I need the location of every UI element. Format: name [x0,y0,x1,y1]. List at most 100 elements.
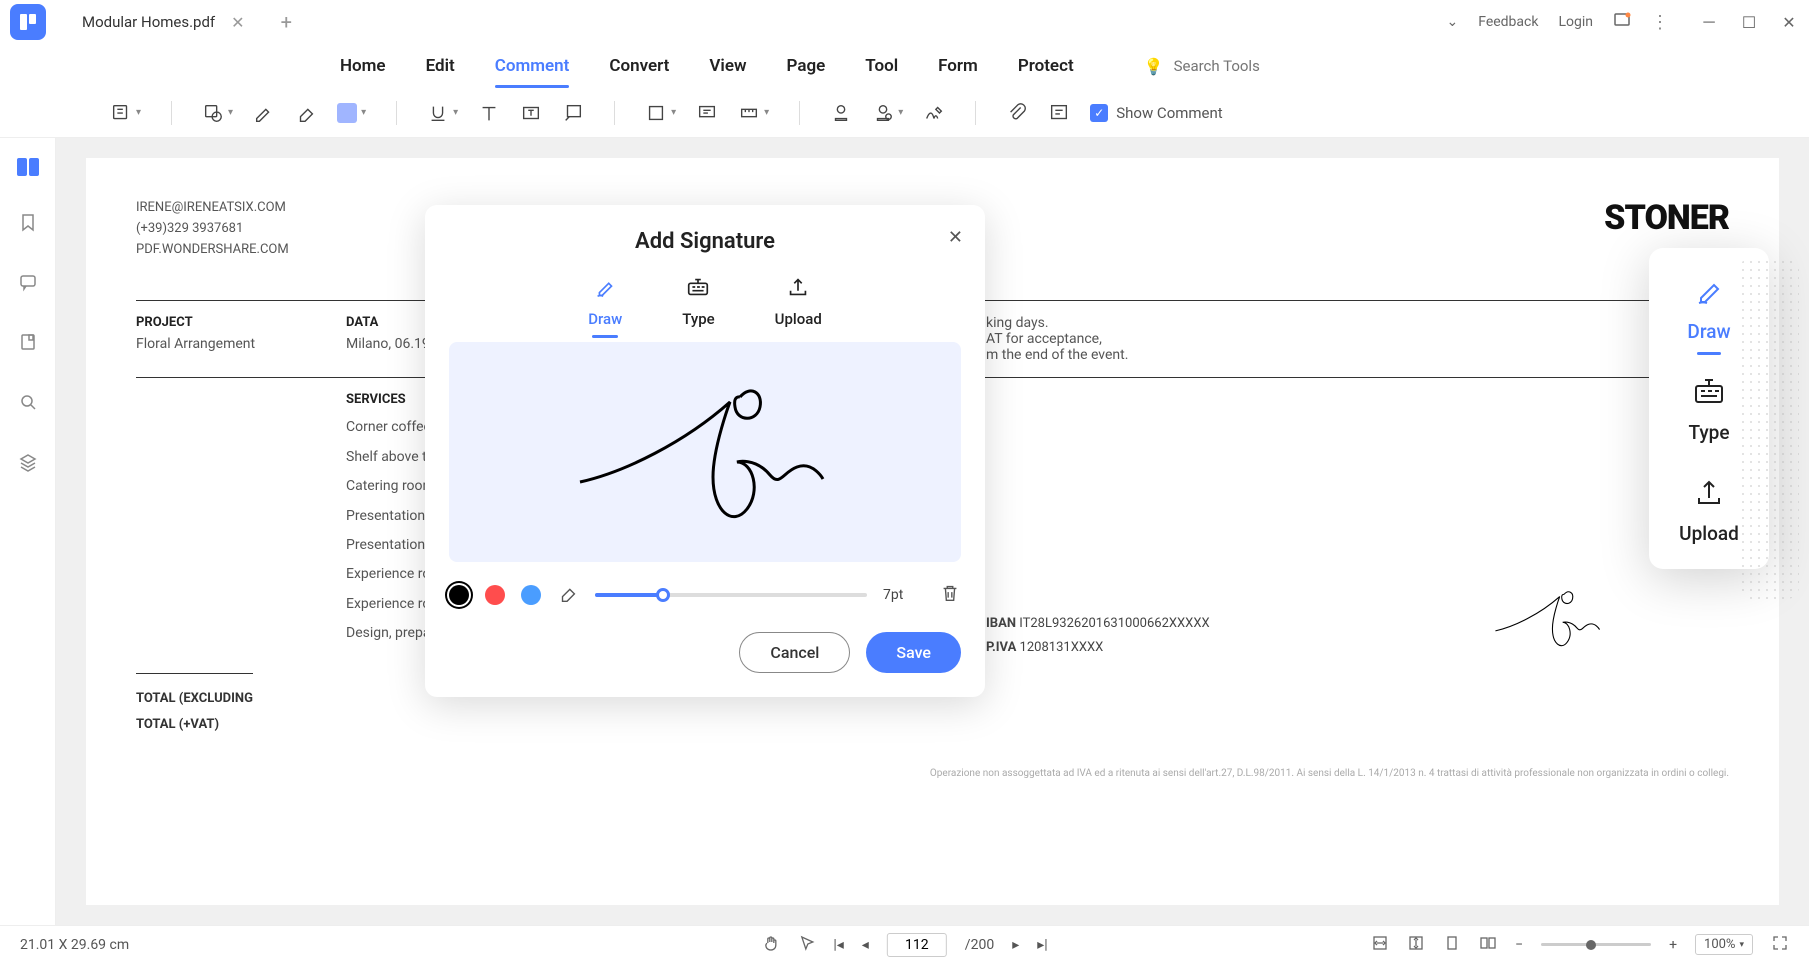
document-tab[interactable]: Modular Homes.pdf ✕ [66,4,261,40]
show-comment-label: Show Comment [1116,104,1223,122]
signature-tab-draw[interactable]: Draw [588,274,622,328]
menu-form[interactable]: Form [938,48,978,84]
text-callout-tool[interactable] [696,102,718,124]
project-value: Floral Arrangement [136,336,346,352]
tab-filename: Modular Homes.pdf [82,13,215,31]
note-line-3: m the end of the event. [986,347,1729,363]
status-bar: 21.01 X 29.69 cm |◂ ◂ /200 ▸ ▸| − + 100%… [0,925,1809,963]
lightbulb-icon: 💡 [1144,57,1164,76]
eraser-tool[interactable] [295,102,317,124]
next-page-icon[interactable]: ▸ [1012,937,1019,953]
doc-phone: (+39)329 3937681 [136,219,289,240]
layers-panel-button[interactable] [18,452,38,476]
measure-tool[interactable]: ▾ [738,102,769,124]
show-comment-checkbox[interactable]: ✓ [1090,104,1108,122]
piva-label: P.IVA [986,640,1016,655]
shape-tool[interactable]: ▾ [202,102,233,124]
thickness-value: 7pt [883,587,923,603]
menu-edit[interactable]: Edit [426,48,455,84]
zoom-select[interactable]: 100%▾ [1695,934,1753,955]
fit-width-icon[interactable] [1371,934,1389,956]
area-highlight-tool[interactable]: ▾ [645,102,676,124]
text-tool[interactable] [478,102,500,124]
signature-draw-canvas[interactable] [449,342,961,562]
maximize-button[interactable]: ☐ [1739,12,1759,32]
zoom-in-icon[interactable]: + [1669,937,1677,953]
message-icon[interactable] [1613,11,1631,33]
more-icon[interactable]: ⋮ [1651,12,1669,33]
minimize-button[interactable]: ─ [1699,12,1719,32]
bookmarks-panel-button[interactable] [18,212,38,236]
total-pages: /200 [965,937,994,953]
hand-tool-icon[interactable] [761,934,779,956]
fullscreen-icon[interactable] [1771,934,1789,956]
thumbnails-panel-button[interactable] [17,158,39,176]
signature-tool[interactable] [923,102,945,124]
modal-title: Add Signature [449,229,961,254]
modal-close-button[interactable]: ✕ [948,227,963,248]
login-link[interactable]: Login [1558,14,1593,30]
menu-protect[interactable]: Protect [1018,48,1074,84]
signature-eraser-button[interactable] [557,582,579,608]
two-page-icon[interactable] [1479,934,1497,956]
zoom-out-icon[interactable]: − [1515,937,1523,953]
piva-value: 1208131XXXX [1020,640,1104,655]
comment-toolbar: ▾ ▾ ▾ ▾ ▾ ▾ ▾ ✓ Show Comment [0,88,1809,138]
thickness-slider[interactable] [595,593,867,597]
title-bar: Modular Homes.pdf ✕ + ⌄ Feedback Login ⋮… [0,0,1809,44]
page-number-input[interactable] [887,933,947,957]
delete-signature-button[interactable] [939,582,961,608]
single-page-icon[interactable] [1443,934,1461,956]
underline-tool[interactable]: ▾ [427,102,458,124]
placed-signature[interactable] [1489,573,1609,667]
float-draw[interactable]: Draw [1687,272,1730,343]
iban-value: IT28L9326201631000662XXXXX [1019,616,1209,631]
search-panel-button[interactable] [18,392,38,416]
comment-list-tool[interactable] [1048,102,1070,124]
zoom-slider[interactable] [1541,943,1651,946]
signature-tab-upload[interactable]: Upload [775,274,822,328]
chevron-down-icon[interactable]: ⌄ [1446,14,1458,30]
cancel-button[interactable]: Cancel [739,632,850,673]
menu-convert[interactable]: Convert [609,48,669,84]
last-page-icon[interactable]: ▸| [1037,937,1047,953]
comments-panel-button[interactable] [18,272,38,296]
save-button[interactable]: Save [866,632,961,673]
float-type[interactable]: Type [1688,373,1729,444]
prev-page-icon[interactable]: ◂ [862,937,869,953]
attachment-tool[interactable] [1006,102,1028,124]
fit-page-icon[interactable] [1407,934,1425,956]
add-signature-modal: Add Signature ✕ Draw Type Upload [425,205,985,697]
signature-tab-type[interactable]: Type [682,274,714,328]
stamp-tool[interactable] [830,102,852,124]
textbox-tool[interactable] [520,102,542,124]
menu-view[interactable]: View [709,48,746,84]
callout-tool[interactable] [562,102,584,124]
color-red[interactable] [485,585,505,605]
first-page-icon[interactable]: |◂ [833,937,843,953]
feedback-link[interactable]: Feedback [1478,14,1538,30]
custom-stamp-tool[interactable]: ▾ [872,102,903,124]
new-tab-button[interactable]: + [281,10,292,34]
menu-comment[interactable]: Comment [495,48,570,84]
float-upload[interactable]: Upload [1679,474,1739,545]
select-tool-icon[interactable] [797,934,815,956]
project-label: PROJECT [136,315,346,330]
menu-tool[interactable]: Tool [865,48,898,84]
menu-page[interactable]: Page [787,48,826,84]
note-line-1: king days. [986,315,1729,331]
note-tool[interactable]: ▾ [110,102,141,124]
close-tab-icon[interactable]: ✕ [231,13,244,32]
search-tools-input[interactable] [1174,57,1314,75]
highlight-tool[interactable]: ▾ [337,103,366,123]
menu-bar: Home Edit Comment Convert View Page Tool… [0,44,1809,88]
iban-label: IBAN [986,616,1016,631]
pencil-tool[interactable] [253,102,275,124]
color-blue[interactable] [521,585,541,605]
note-line-2: AT for acceptance, [986,331,1729,347]
doc-email: IRENE@IRENEATSIX.COM [136,198,289,219]
menu-home[interactable]: Home [340,48,386,84]
color-black[interactable] [449,585,469,605]
attachments-panel-button[interactable] [18,332,38,356]
close-window-button[interactable]: ✕ [1779,12,1799,32]
